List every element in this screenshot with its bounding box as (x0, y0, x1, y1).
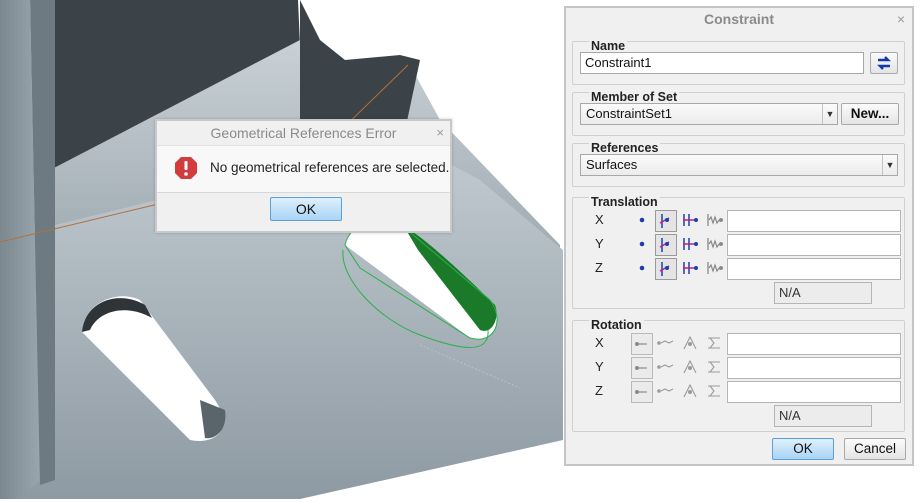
error-dialog-titlebar: Geometrical References Error × (157, 121, 450, 146)
rotation-z-limited-toggle[interactable] (680, 381, 702, 403)
error-close-button[interactable]: × (436, 121, 444, 145)
rotation-z-free-toggle[interactable] (631, 381, 653, 403)
rotation-x-value[interactable] (727, 333, 901, 355)
error-ok-button[interactable]: OK (270, 197, 342, 221)
new-set-button[interactable]: New... (841, 103, 899, 125)
references-value: Surfaces (586, 157, 638, 172)
translation-x-limited-toggle[interactable] (680, 210, 702, 232)
translation-x-fixed-toggle[interactable] (655, 210, 677, 232)
rotation-group: Rotation X Y Z N/A (572, 318, 905, 432)
translation-label: Translation (589, 195, 660, 209)
rotation-x-limited-toggle[interactable] (680, 333, 702, 355)
rotation-x-free-toggle[interactable] (631, 333, 653, 355)
rotation-y-spring-toggle[interactable] (704, 357, 726, 379)
error-dialog-body: No geometrical references are selected. (157, 146, 450, 193)
translation-y-value[interactable] (727, 234, 901, 256)
rotation-z-value[interactable] (727, 381, 901, 403)
rotation-na-field: N/A (774, 405, 872, 427)
constraint-close-button[interactable]: × (897, 8, 905, 31)
chevron-down-icon: ▼ (822, 104, 837, 124)
rotation-y-limited-toggle[interactable] (680, 357, 702, 379)
translation-y-limited-toggle[interactable] (680, 234, 702, 256)
translation-x-value[interactable] (727, 210, 901, 232)
references-group: References Surfaces ▼ (572, 141, 905, 187)
error-icon (175, 157, 197, 179)
name-field[interactable]: Constraint1 (580, 52, 864, 74)
member-of-set-select[interactable]: ConstraintSet1 ▼ (580, 103, 838, 125)
error-dialog-title: Geometrical References Error (210, 125, 397, 141)
translation-y-label: Y (595, 236, 604, 251)
rotation-z-label: Z (595, 383, 603, 398)
constraint-dialog-titlebar: Constraint × (566, 8, 912, 31)
rotation-y-value[interactable] (727, 357, 901, 379)
name-pick-button[interactable] (870, 52, 898, 74)
rotation-z-fixed-toggle[interactable] (655, 381, 677, 403)
translation-z-spring-toggle[interactable] (704, 258, 726, 280)
references-select[interactable]: Surfaces ▼ (580, 154, 898, 176)
member-of-set-label: Member of Set (589, 90, 680, 104)
references-label: References (589, 141, 661, 155)
name-group: Name Constraint1 (572, 39, 905, 85)
chevron-down-icon: ▼ (882, 155, 897, 175)
ok-button[interactable]: OK (772, 438, 834, 460)
translation-y-fixed-toggle[interactable] (655, 234, 677, 256)
translation-group: Translation X Y Z N/A (572, 195, 905, 309)
name-group-label: Name (589, 39, 628, 53)
rotation-x-spring-toggle[interactable] (704, 333, 726, 355)
rotation-x-label: X (595, 335, 604, 350)
member-of-set-group: Member of Set ConstraintSet1 ▼ New... (572, 90, 905, 136)
swap-icon (877, 56, 891, 70)
translation-y-spring-toggle[interactable] (704, 234, 726, 256)
translation-z-fixed-toggle[interactable] (655, 258, 677, 280)
rotation-y-label: Y (595, 359, 604, 374)
translation-na-field: N/A (774, 282, 872, 304)
translation-x-label: X (595, 212, 604, 227)
translation-z-value[interactable] (727, 258, 901, 280)
translation-z-label: Z (595, 260, 603, 275)
error-dialog: Geometrical References Error × No geomet… (155, 119, 452, 233)
member-of-set-value: ConstraintSet1 (586, 106, 672, 121)
rotation-y-free-toggle[interactable] (631, 357, 653, 379)
translation-z-limited-toggle[interactable] (680, 258, 702, 280)
cancel-button[interactable]: Cancel (844, 438, 906, 460)
translation-x-spring-toggle[interactable] (704, 210, 726, 232)
constraint-dialog-title: Constraint (704, 11, 774, 27)
error-message: No geometrical references are selected. (210, 160, 450, 175)
rotation-label: Rotation (589, 318, 644, 332)
rotation-x-fixed-toggle[interactable] (655, 333, 677, 355)
rotation-z-spring-toggle[interactable] (704, 381, 726, 403)
constraint-dialog: Constraint × Name Constraint1 Member of … (564, 6, 914, 466)
rotation-y-fixed-toggle[interactable] (655, 357, 677, 379)
